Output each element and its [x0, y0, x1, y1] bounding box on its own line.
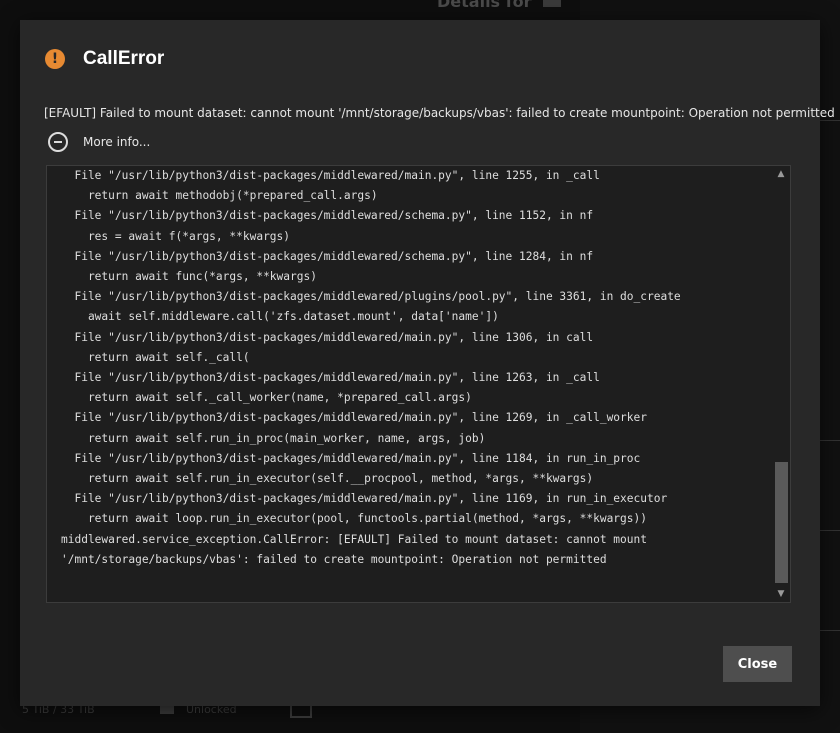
background-details-title: Details for [437, 0, 532, 11]
traceback-panel[interactable]: File "/usr/lib/python3/dist-packages/mid… [46, 165, 791, 603]
scrollbar-thumb[interactable] [775, 462, 788, 583]
traceback-scrollbar[interactable]: ▲ ▼ [772, 166, 790, 602]
dialog-title: CallError [83, 48, 165, 69]
more-info-toggle[interactable]: More info... [48, 132, 150, 152]
dialog-header: ! CallError [45, 48, 164, 70]
error-dialog: ! CallError [EFAULT] Failed to mount dat… [20, 20, 835, 706]
chevron-up-icon[interactable]: ▲ [775, 168, 787, 180]
close-button[interactable]: Close [723, 646, 792, 682]
background-divider [820, 440, 840, 441]
chevron-down-icon[interactable]: ▼ [775, 588, 787, 600]
error-message: [EFAULT] Failed to mount dataset: cannot… [44, 106, 835, 120]
background-title-swatch [543, 0, 561, 7]
background-divider [820, 120, 840, 121]
warning-circle-icon: ! [45, 49, 65, 69]
traceback-text: File "/usr/lib/python3/dist-packages/mid… [61, 169, 681, 566]
collapse-circle-icon[interactable] [48, 132, 68, 152]
background-divider [820, 530, 840, 531]
background-divider [820, 630, 840, 631]
more-info-label[interactable]: More info... [83, 135, 150, 149]
